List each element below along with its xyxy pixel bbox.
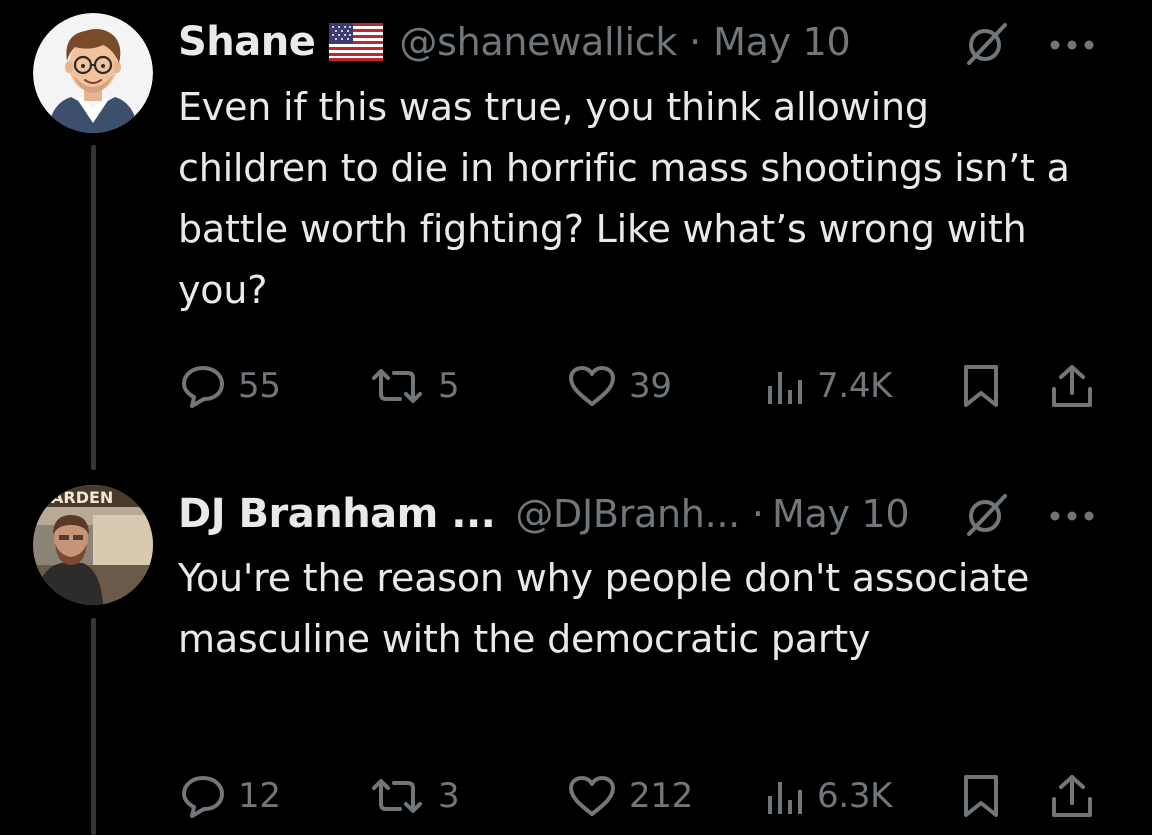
avatar[interactable]: ARDEN [33,485,153,605]
grok-icon[interactable] [963,21,1009,67]
thread-line [91,145,96,470]
like-count: 212 [629,776,693,816]
views-button[interactable]: 7.4K [765,356,892,416]
views-count: 6.3K [817,776,893,816]
tweet-date[interactable]: May 10 [713,20,851,64]
avatar[interactable] [33,13,153,133]
reply-button[interactable]: 12 [180,766,281,826]
cartoon-avatar-image [33,13,153,133]
repost-count: 3 [438,776,460,816]
author-handle[interactable]: @shanewallick [399,20,677,64]
tweet-actions: 55 5 39 7.4K [0,356,1152,416]
tweet-text: Even if this was true, you think allowin… [178,85,1070,312]
tweet-actions: 12 3 212 6.3K [0,766,1152,826]
repost-button[interactable]: 5 [368,356,460,416]
tweet-header: Shane @shanewallick · May 10 [178,14,1098,70]
views-count: 7.4K [817,366,893,406]
views-icon [768,782,802,814]
grok-icon[interactable] [963,492,1009,538]
author-handle[interactable]: @DJBranh... [515,492,740,536]
reply-count: 12 [238,776,281,816]
like-count: 39 [629,366,672,406]
more-icon[interactable] [1048,38,1096,52]
share-icon [1052,775,1092,817]
reply-button[interactable]: 55 [180,356,281,416]
repost-icon [372,779,422,813]
share-icon [1052,365,1092,407]
author-name[interactable]: DJ Branham ... [178,491,496,537]
reply-icon [182,366,224,408]
share-button[interactable] [1048,356,1096,416]
tweet-header: DJ Branham ... @DJBranh... · May 10 [178,486,1098,542]
views-icon [768,372,802,404]
tweet-djbranham[interactable]: ARDEN DJ Branham ... @DJBranh... · May 1… [0,470,1152,835]
heart-icon [569,366,615,406]
tweet-date[interactable]: May 10 [772,492,910,536]
reply-icon [182,776,224,818]
heart-icon [569,776,615,816]
like-button[interactable]: 39 [567,356,672,416]
bookmark-icon [964,775,998,817]
repost-icon [372,369,422,403]
bookmark-button[interactable] [960,356,1002,416]
repost-button[interactable]: 3 [368,766,460,826]
tweet-text: You're the reason why people don't assoc… [178,556,1030,661]
us-flag-icon [329,23,384,61]
share-button[interactable] [1048,766,1096,826]
bookmark-button[interactable] [960,766,1002,826]
views-button[interactable]: 6.3K [765,766,892,826]
reply-count: 55 [238,366,281,406]
repost-count: 5 [438,366,460,406]
tweet-shane[interactable]: Shane @shanewallick · May 10 Even if thi… [0,0,1152,470]
separator-dot: · [689,20,702,64]
separator-dot: · [751,492,765,536]
like-button[interactable]: 212 [567,766,693,826]
more-icon[interactable] [1048,509,1096,523]
author-name[interactable]: Shane [178,19,316,65]
photo-avatar-image: ARDEN [33,485,153,605]
avatar-sign-text: ARDEN [51,488,113,507]
bookmark-icon [964,365,998,407]
